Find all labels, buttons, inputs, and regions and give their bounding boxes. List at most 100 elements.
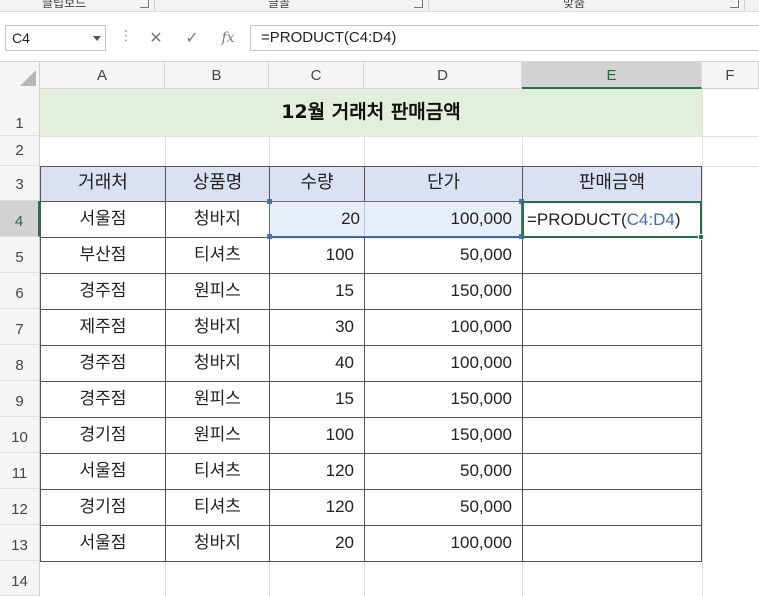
gridline [522,136,523,166]
column-header-b[interactable]: B [165,62,269,89]
cell-quantity[interactable]: 40 [269,345,365,382]
cell-vendor[interactable]: 부산점 [40,237,166,274]
gridline [269,136,270,166]
column-header-c[interactable]: C [269,62,364,89]
clipboard-launcher-icon[interactable] [140,0,149,8]
header-cell-unit-price[interactable]: 단가 [364,166,523,202]
cell-product[interactable]: 티셔츠 [165,237,270,274]
cell-product[interactable]: 원피스 [165,381,270,418]
font-launcher-icon[interactable] [414,0,423,8]
cell-unit-price[interactable]: 150,000 [364,273,523,310]
cell-quantity[interactable]: 15 [269,273,365,310]
cell-vendor[interactable]: 서울점 [40,525,166,562]
cell-unit-price[interactable]: 50,000 [364,237,523,274]
row-header-11[interactable]: 11 [0,453,40,489]
cell-unit-price[interactable]: 150,000 [364,381,523,418]
ribbon-separator [428,0,429,11]
row-header-12[interactable]: 12 [0,489,40,525]
row-header-7[interactable]: 7 [0,309,40,345]
cell-quantity[interactable]: 30 [269,309,365,346]
row-header-4[interactable]: 4 [0,201,40,237]
cell-vendor[interactable]: 서울점 [40,201,166,238]
enter-check-icon[interactable]: ✓ [179,25,205,51]
cell-vendor[interactable]: 경주점 [40,345,166,382]
ribbon-group-alignment: 맞춤 [563,0,586,10]
row-header-13[interactable]: 13 [0,525,40,561]
cell-c4-value[interactable]: 20 [269,201,364,237]
active-cell-e4[interactable]: =PRODUCT(C4:D4) [522,201,702,238]
header-cell-product[interactable]: 상품명 [165,166,270,202]
cell-sales-amount[interactable] [522,309,702,346]
cell-sales-amount[interactable] [522,525,702,562]
cell-vendor[interactable]: 서울점 [40,453,166,490]
cell-quantity[interactable]: 100 [269,237,365,274]
cell-quantity[interactable]: 120 [269,453,365,490]
row-header-6[interactable]: 6 [0,273,40,309]
row-header-14[interactable]: 14 [0,561,40,596]
gridline [364,202,365,236]
name-box[interactable]: C4 [5,25,106,51]
row-header-1[interactable]: 1 [0,89,40,136]
cell-unit-price[interactable]: 50,000 [364,489,523,526]
cell-unit-price[interactable]: 100,000 [364,525,523,562]
cell-d4-value[interactable]: 100,000 [364,201,522,237]
formula-suffix: ) [674,210,681,229]
cell-vendor[interactable]: 제주점 [40,309,166,346]
cell-sales-amount[interactable] [522,345,702,382]
ribbon-separator [744,0,745,11]
row-header-2[interactable]: 2 [0,136,40,166]
cell-product[interactable]: 티셔츠 [165,489,270,526]
cell-sales-amount[interactable] [522,381,702,418]
cell-sales-amount[interactable] [522,417,702,454]
row-header-10[interactable]: 10 [0,417,40,453]
cell-product[interactable]: 청바지 [165,201,270,238]
cell-unit-price[interactable]: 150,000 [364,417,523,454]
cell-product[interactable]: 원피스 [165,417,270,454]
cell-vendor[interactable]: 경주점 [40,273,166,310]
cancel-icon[interactable]: ✕ [143,25,169,51]
column-header-a[interactable]: A [40,62,165,89]
row-header-3[interactable]: 3 [0,166,40,201]
insert-function-icon[interactable]: fx [215,25,241,51]
ribbon-group-font: 글꼴 [268,0,291,10]
cell-quantity[interactable]: 100 [269,417,365,454]
sheet-title[interactable]: 12월 거래처 판매금액 [40,89,702,136]
column-header-d[interactable]: D [364,62,522,89]
select-all-triangle-icon [20,70,36,86]
header-cell-sales-amount[interactable]: 판매금액 [522,166,702,202]
header-cell-quantity[interactable]: 수량 [269,166,365,202]
cell-product[interactable]: 청바지 [165,525,270,562]
header-cell-vendor[interactable]: 거래처 [40,166,166,202]
cell-unit-price[interactable]: 100,000 [364,345,523,382]
gridline [40,136,759,137]
more-vertical-icon[interactable]: ⋮ [119,28,133,44]
cell-vendor[interactable]: 경기점 [40,489,166,526]
formula-input[interactable]: =PRODUCT(C4:D4) [250,25,759,51]
row-header-9[interactable]: 9 [0,381,40,417]
cell-vendor[interactable]: 경주점 [40,381,166,418]
cell-unit-price[interactable]: 50,000 [364,453,523,490]
cell-quantity[interactable]: 15 [269,381,365,418]
chevron-down-icon[interactable] [93,36,101,41]
column-header-f[interactable]: F [702,62,759,89]
cell-sales-amount[interactable] [522,489,702,526]
select-all-button[interactable] [0,62,40,89]
cell-sales-amount[interactable] [522,237,702,274]
cell-product[interactable]: 청바지 [165,345,270,382]
cell-sales-amount[interactable] [522,273,702,310]
cell-vendor[interactable]: 경기점 [40,417,166,454]
cell-quantity[interactable]: 20 [269,525,365,562]
alignment-launcher-icon[interactable] [730,0,739,8]
cell-quantity[interactable]: 120 [269,489,365,526]
row-header-5[interactable]: 5 [0,237,40,273]
cell-product[interactable]: 원피스 [165,273,270,310]
column-header-e[interactable]: E [522,62,702,89]
cell-sales-amount[interactable] [522,453,702,490]
cell-product[interactable]: 티셔츠 [165,453,270,490]
cell-unit-price[interactable]: 100,000 [364,309,523,346]
fill-handle[interactable] [698,234,704,240]
column-header-row: A B C D E F [0,62,759,89]
ribbon-group-strip: 클립보드 글꼴 맞춤 [0,0,759,12]
row-header-8[interactable]: 8 [0,345,40,381]
cell-product[interactable]: 청바지 [165,309,270,346]
